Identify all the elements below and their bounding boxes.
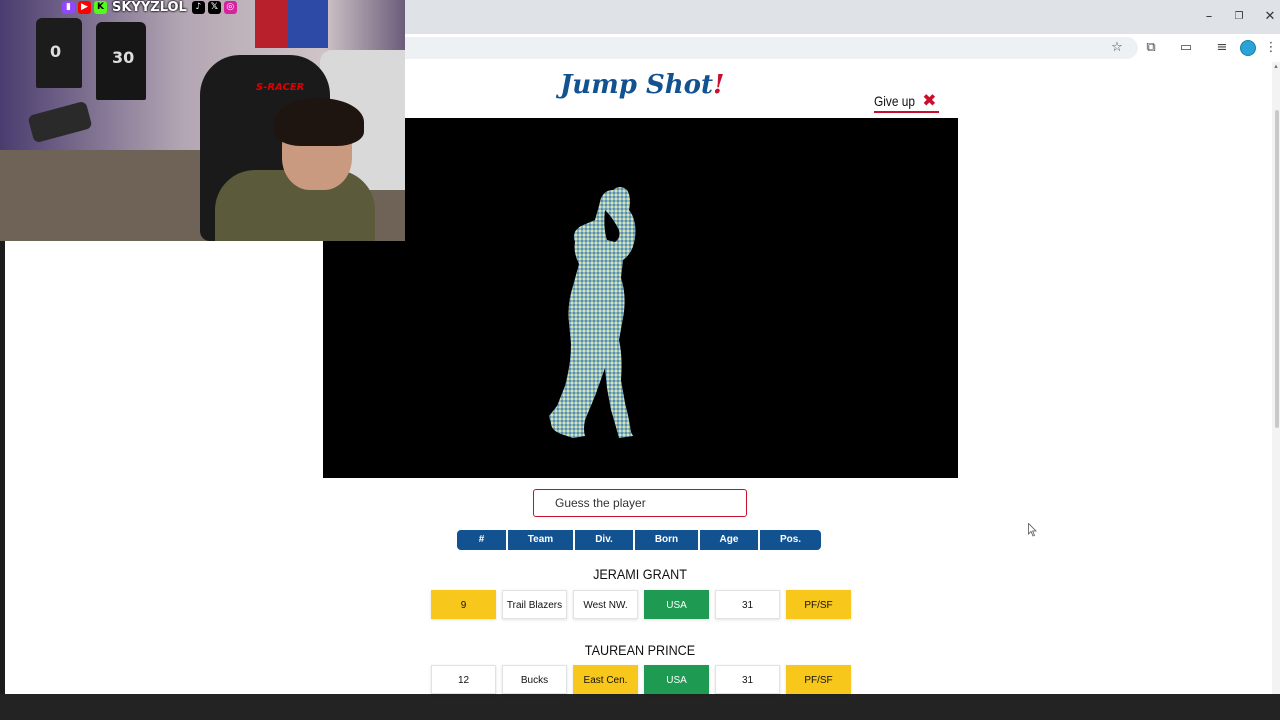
give-up-button[interactable]: Give up ✖ [874,91,939,113]
twitch-icon: ▮ [62,1,75,14]
tiktok-icon: ♪ [191,1,205,14]
profile-icon[interactable] [1240,40,1256,56]
column-headers: # Team Div. Born Age Pos. [457,530,821,550]
streamer-handle: SKYYZLOL [112,0,187,15]
close-window-button[interactable]: ✕ [1255,9,1280,24]
header-division: Div. [575,530,633,550]
header-position: Pos. [760,530,821,550]
header-team: Team [508,530,573,550]
cell-born: USA [644,590,709,619]
cell-team: Trail Blazers [502,590,567,619]
player-silhouette [549,187,636,438]
scroll-up-arrow-icon[interactable]: ▲ [1272,64,1280,70]
webcam-streamer-hair [274,98,364,146]
star-icon[interactable]: ☆ [1108,39,1126,57]
cell-age: 31 [715,590,780,619]
menu-icon[interactable]: ⋮ [1262,39,1280,57]
jersey-number: 0 [50,42,62,61]
page-scrollbar-thumb[interactable] [1275,110,1279,428]
close-x-icon: ✖ [922,91,937,111]
x-icon: 𝕏 [207,1,221,14]
cell-number: 12 [431,665,496,694]
youtube-icon: ▶ [78,1,91,14]
instagram-icon: ◎ [223,1,237,14]
chair-brand: S-RACER [256,82,305,93]
restore-window-button[interactable]: ❐ [1224,11,1254,22]
webcam-overlay: 0 30 S-RACER ▮ ▶ K SKYYZLOL ♪ 𝕏 ◎ [0,0,405,241]
logo-bang: ! [712,70,725,100]
guess-player-input[interactable] [533,489,747,517]
cell-age: 31 [715,665,780,694]
cell-position: PF/SF [786,590,851,619]
social-bar: ▮ ▶ K SKYYZLOL ♪ 𝕏 ◎ [62,0,237,15]
header-number: # [457,530,506,550]
guess-row: 9 Trail Blazers West NW. USA 31 PF/SF [431,590,851,619]
header-born: Born [635,530,698,550]
game-logo: Jump Shot! [560,70,724,100]
taskbar-strip [0,694,1280,720]
guess-row: 12 Bucks East Cen. USA 31 PF/SF [431,665,851,694]
give-up-label: Give up [874,93,916,109]
webcam-flag [288,0,328,48]
silhouette-stage [323,118,958,478]
cell-division: East Cen. [573,665,638,694]
minimize-window-button[interactable]: – [1194,9,1224,24]
overlay-blank-panel [5,241,323,694]
cell-team: Bucks [502,665,567,694]
cast-icon[interactable]: ▭ [1177,39,1195,57]
address-bar[interactable] [300,37,1138,59]
kick-icon: K [94,1,107,14]
cell-born: USA [644,665,709,694]
cell-position: PF/SF [786,665,851,694]
cell-division: West NW. [573,590,638,619]
mouse-cursor-icon [1028,523,1037,537]
extensions-icon[interactable]: ⧉ [1142,39,1160,57]
logo-title: Jump Shot [560,70,713,100]
header-age: Age [700,530,758,550]
media-icon[interactable]: ≡ [1213,39,1231,57]
jersey-number: 30 [112,48,135,67]
cell-number: 9 [431,590,496,619]
